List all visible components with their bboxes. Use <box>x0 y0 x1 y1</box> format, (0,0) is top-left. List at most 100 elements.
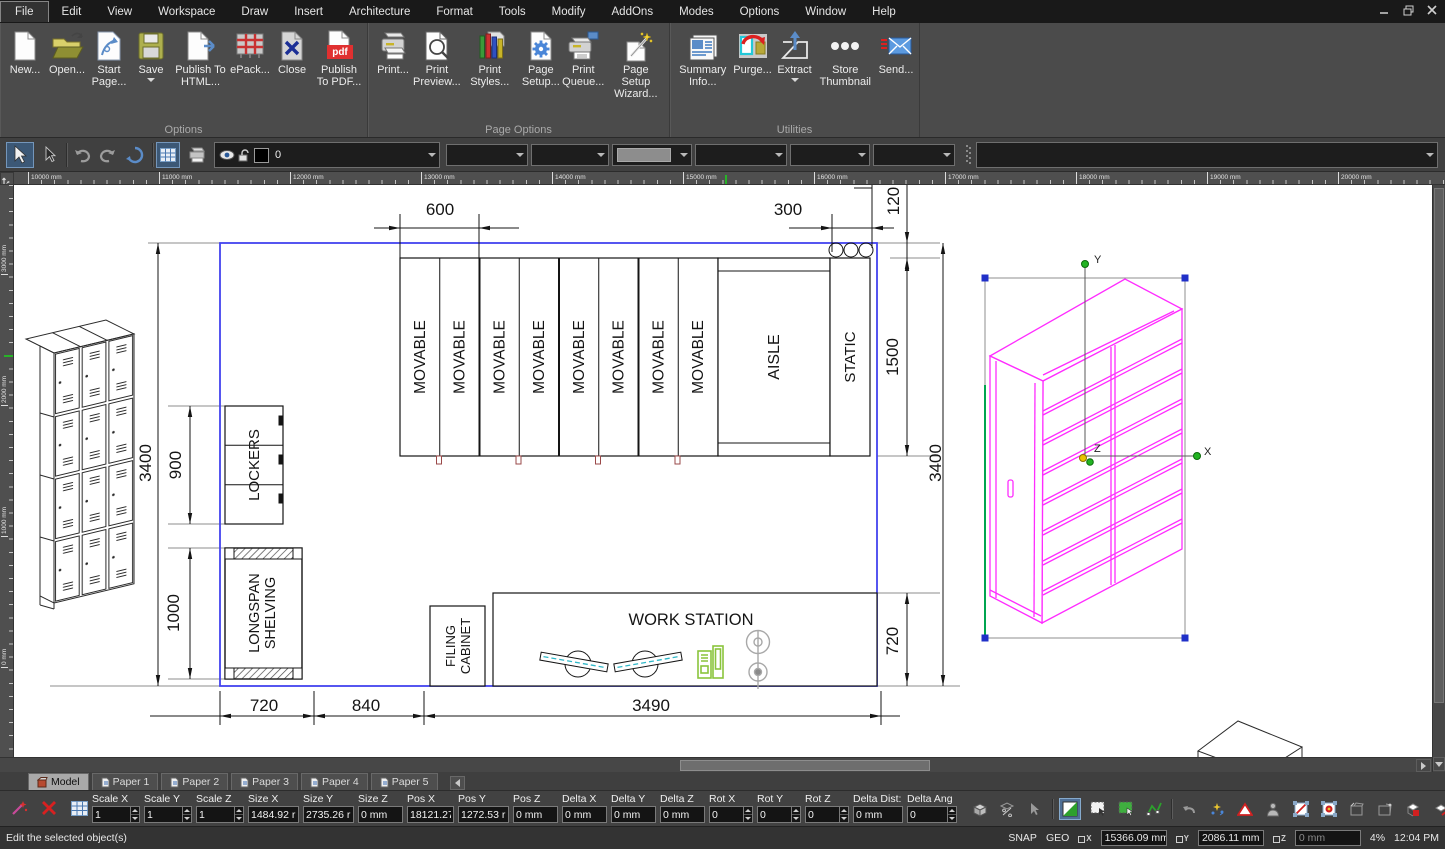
tab-paper-4[interactable]: Paper 4 <box>301 773 368 790</box>
send-button[interactable]: Send... <box>875 27 917 77</box>
print-button[interactable]: Print... <box>372 27 414 77</box>
delta-ang-input[interactable] <box>908 807 947 822</box>
toolbar-grip[interactable] <box>966 145 971 165</box>
menu-modify[interactable]: Modify <box>539 2 599 22</box>
layer-combo[interactable]: 0 <box>214 142 440 168</box>
lockers-isometric-view[interactable] <box>26 320 134 609</box>
rectangle-select-mode-icon[interactable] <box>1059 798 1081 820</box>
snap-toggle[interactable]: SNAP <box>1008 832 1037 844</box>
horizontal-scrollbar[interactable] <box>0 757 1432 772</box>
scale-x-spinner[interactable] <box>130 807 139 822</box>
close-file-button[interactable]: Close <box>271 27 313 77</box>
scroll-right-button[interactable] <box>1416 759 1431 772</box>
scale-z-spinner[interactable] <box>234 807 243 822</box>
pos-y-input[interactable] <box>459 807 508 822</box>
regen-button[interactable] <box>122 142 148 168</box>
coord-y-value[interactable]: 2086.11 mm <box>1198 830 1264 846</box>
select-cursor-mode-icon[interactable] <box>1024 798 1046 820</box>
redo-button[interactable] <box>96 142 120 168</box>
center-select-icon[interactable] <box>1318 798 1340 820</box>
rot-y-spinner[interactable] <box>791 807 800 822</box>
size-x-input[interactable] <box>249 807 298 822</box>
pos-z-input[interactable] <box>514 807 557 822</box>
style-combo-4[interactable] <box>790 144 870 166</box>
delta-x-input[interactable] <box>563 807 606 822</box>
menu-window[interactable]: Window <box>792 2 859 22</box>
revert-selection-icon[interactable] <box>1178 798 1200 820</box>
cancel-icon[interactable] <box>38 797 60 819</box>
delta-dist-input[interactable] <box>854 807 902 822</box>
close-icon[interactable] <box>1425 3 1439 17</box>
size-y-input[interactable] <box>304 807 353 822</box>
select-percent-mode-icon[interactable] <box>996 798 1018 820</box>
select-tool-button[interactable] <box>6 142 34 168</box>
calculator-grid-icon[interactable] <box>68 797 90 819</box>
rot-y-input[interactable] <box>758 807 791 822</box>
move-entity-icon[interactable] <box>1430 798 1445 820</box>
vertical-ruler[interactable]: 3000 mm 2000 mm 1000 mm 0 mm -1000 mm <box>0 185 14 757</box>
menu-file[interactable]: File <box>0 1 49 22</box>
zoom-level[interactable]: 4% <box>1370 832 1385 844</box>
by-author-select-icon[interactable] <box>1262 798 1284 820</box>
undo-button[interactable] <box>70 142 94 168</box>
coord-x-value[interactable]: 15366.09 mm <box>1101 830 1167 846</box>
scale-y-spinner[interactable] <box>182 807 191 822</box>
crossing-select-mode-icon[interactable] <box>1115 798 1137 820</box>
delta-y-input[interactable] <box>612 807 655 822</box>
coord-z-value[interactable]: 0 mm <box>1295 830 1361 846</box>
delta-ang-spinner[interactable] <box>947 807 956 822</box>
tab-paper-3[interactable]: Paper 3 <box>231 773 298 790</box>
layer-manager-button[interactable] <box>156 142 180 168</box>
workstation-block[interactable] <box>493 593 877 686</box>
open-button[interactable]: Open... <box>46 27 88 77</box>
new-button[interactable]: New... <box>4 27 46 77</box>
window-select-mode-icon[interactable] <box>1087 798 1109 820</box>
wand-tool-icon[interactable] <box>8 797 30 819</box>
tab-paper-2[interactable]: Paper 2 <box>161 773 228 790</box>
print-preview-button[interactable]: Print Preview... <box>414 27 460 89</box>
menu-help[interactable]: Help <box>859 2 909 22</box>
style-combo-5[interactable] <box>873 144 955 166</box>
exclude-area-icon[interactable] <box>1290 798 1312 820</box>
horizontal-scroll-thumb[interactable] <box>680 760 930 771</box>
menu-draw[interactable]: Draw <box>228 2 281 22</box>
rot-z-input[interactable] <box>806 807 839 822</box>
scale-x-input[interactable] <box>93 807 130 822</box>
vertical-scrollbar[interactable] <box>1432 185 1445 772</box>
tab-model[interactable]: Model <box>28 773 89 790</box>
ruler-origin-button[interactable] <box>0 172 14 185</box>
menu-edit[interactable]: Edit <box>49 2 95 22</box>
menu-view[interactable]: View <box>94 2 145 22</box>
pick-tool-button[interactable] <box>38 142 62 168</box>
pos-x-input[interactable] <box>408 807 453 822</box>
drawing-canvas[interactable]: 600 300 120 3400 900 1000 1500 3400 720 … <box>14 185 1432 757</box>
menu-addons[interactable]: AddOns <box>599 2 667 22</box>
menu-tools[interactable]: Tools <box>486 2 539 22</box>
horizontal-ruler[interactable]: 10000 mm 11000 mm 12000 mm 13000 mm 1400… <box>14 172 1445 185</box>
menu-options[interactable]: Options <box>727 2 793 22</box>
save-button[interactable]: Save <box>130 27 172 83</box>
publish-pdf-button[interactable]: pdf Publish To PDF... <box>313 27 365 89</box>
menu-format[interactable]: Format <box>423 2 485 22</box>
publish-html-button[interactable]: Publish To HTML... <box>172 27 229 89</box>
start-page-button[interactable]: Start Page... <box>88 27 130 95</box>
degrade-select-icon[interactable] <box>1234 798 1256 820</box>
style-combo-2[interactable] <box>531 144 609 166</box>
geo-toggle[interactable]: GEO <box>1046 832 1069 844</box>
rot-x-input[interactable] <box>710 807 743 822</box>
isometric-box[interactable] <box>1198 721 1302 757</box>
epack-button[interactable]: ePack... <box>229 27 271 77</box>
size-z-input[interactable] <box>359 807 402 822</box>
menu-workspace[interactable]: Workspace <box>145 2 228 22</box>
minimize-icon[interactable] <box>1377 3 1391 17</box>
page-setup-button[interactable]: Page Setup... <box>520 27 562 89</box>
delta-z-input[interactable] <box>661 807 704 822</box>
scroll-down-button[interactable] <box>1433 757 1445 771</box>
scatter-select-icon[interactable] <box>1206 798 1228 820</box>
style-combo-1[interactable] <box>446 144 528 166</box>
restore-icon[interactable] <box>1401 3 1415 17</box>
copy-entity-icon[interactable] <box>1402 798 1424 820</box>
stretch-select-icon[interactable] <box>1346 798 1368 820</box>
extract-button[interactable]: Extract <box>774 27 816 83</box>
rot-z-spinner[interactable] <box>839 807 848 822</box>
